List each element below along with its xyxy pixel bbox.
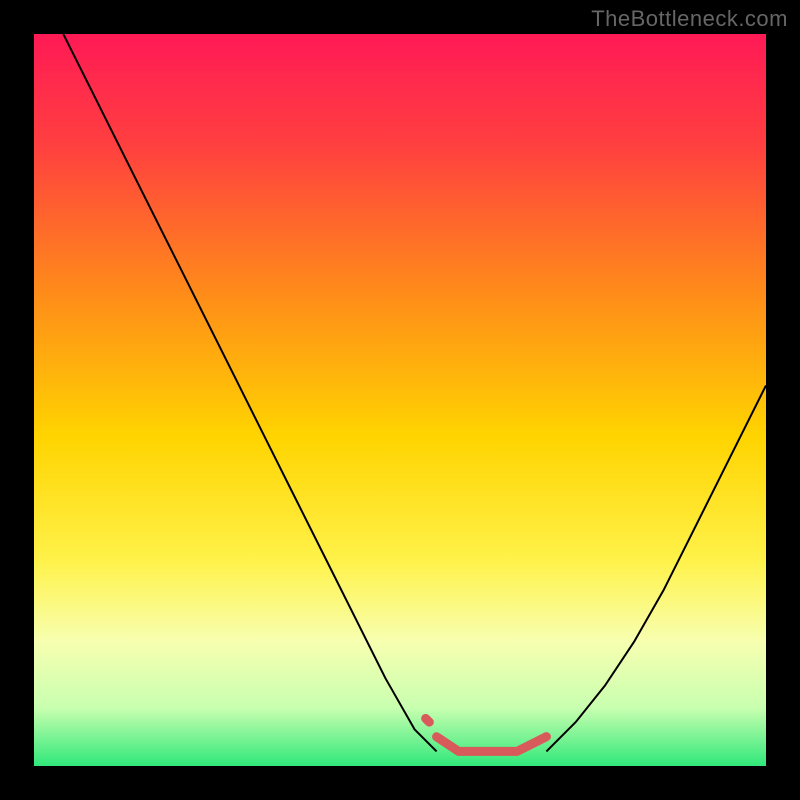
chart-background — [34, 34, 766, 766]
chart-container — [34, 34, 766, 766]
bottleneck-chart — [34, 34, 766, 766]
series-highlight-dot — [426, 718, 430, 722]
watermark-text: TheBottleneck.com — [591, 6, 788, 32]
